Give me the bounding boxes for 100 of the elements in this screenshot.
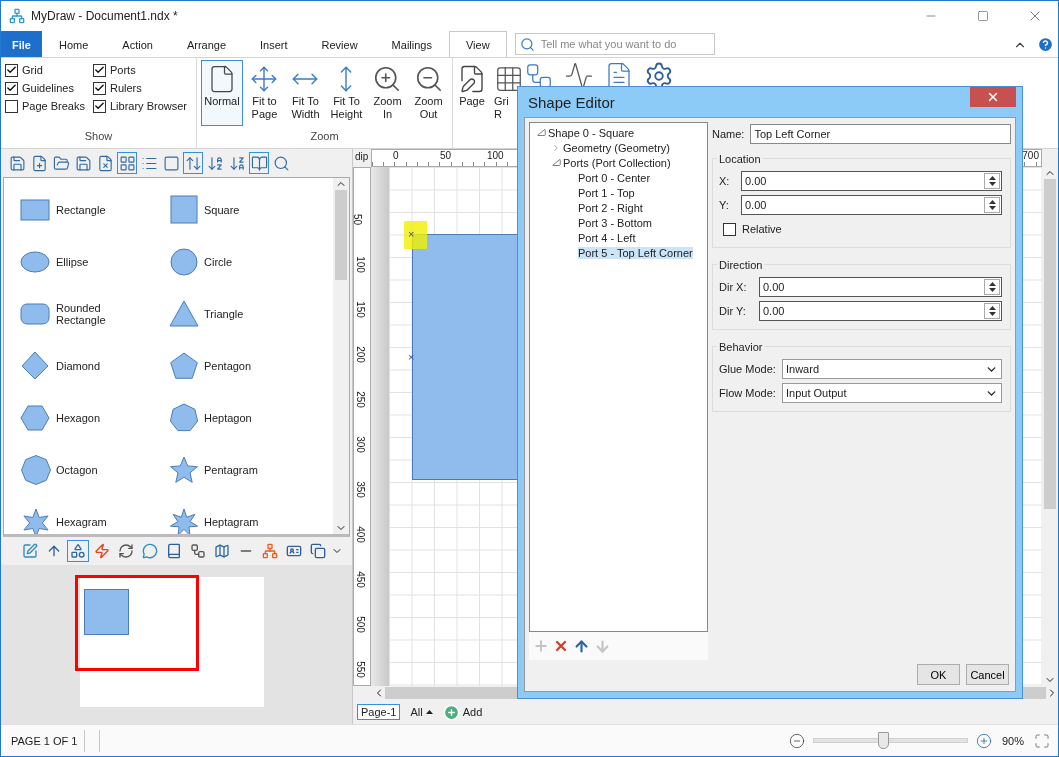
- view-button[interactable]: Page: [455, 60, 489, 126]
- checkbox[interactable]: [5, 81, 18, 95]
- ribbon-tab[interactable]: Home: [41, 31, 106, 57]
- tree-item[interactable]: Port 5 - Top Left Corner: [578, 246, 693, 259]
- zoom-button[interactable]: Fit To Width: [285, 60, 325, 126]
- caret-icon[interactable]: [425, 710, 433, 714]
- zoom-out-icon[interactable]: [788, 732, 805, 749]
- page-tab[interactable]: Page-1: [357, 704, 401, 720]
- maximize-icon[interactable]: [977, 10, 989, 22]
- close-button[interactable]: [970, 87, 1016, 107]
- number-field[interactable]: 0.00: [741, 195, 1002, 215]
- checkbox[interactable]: [5, 99, 18, 113]
- spin-down-icon[interactable]: [988, 312, 996, 316]
- scrollbar-thumb[interactable]: [335, 190, 347, 280]
- file-tab[interactable]: File: [1, 31, 42, 57]
- window-title: MyDraw - Document1.ndx *: [31, 9, 179, 23]
- dropdown[interactable]: Input Output: [782, 383, 1002, 403]
- heptagon-shape-icon[interactable]: [168, 402, 200, 434]
- collapse-arrow-icon[interactable]: [549, 158, 563, 167]
- name-field[interactable]: Top Left Corner: [750, 124, 1011, 144]
- spin-up-icon[interactable]: [988, 306, 996, 310]
- shapes-icon[interactable]: [67, 540, 89, 562]
- spin-up-icon[interactable]: [988, 200, 996, 204]
- zoom-button[interactable]: Zoom Out: [409, 60, 448, 126]
- ribbon-tab[interactable]: Mailings: [374, 31, 449, 57]
- cancel-button[interactable]: Cancel: [966, 664, 1009, 685]
- zoom-button[interactable]: Fit to Page: [244, 60, 284, 126]
- sort-icon[interactable]: [183, 152, 203, 174]
- field-label: Y:: [719, 199, 730, 211]
- checkbox[interactable]: [93, 81, 106, 95]
- number-field[interactable]: 0.00: [759, 277, 1002, 297]
- heptagram-shape-icon[interactable]: [168, 506, 200, 534]
- circle-shape-icon[interactable]: [168, 246, 200, 278]
- shape-label: Rectangle: [56, 204, 107, 216]
- spin-down-icon[interactable]: [988, 288, 996, 292]
- plus-icon[interactable]: [442, 703, 460, 721]
- close-icon[interactable]: [986, 90, 1000, 104]
- tree-item[interactable]: Port 4 - Left: [578, 231, 636, 244]
- ribbon-tab[interactable]: Action: [105, 31, 170, 57]
- checkbox[interactable]: [723, 222, 736, 236]
- checkbox-label: Relative: [742, 223, 782, 235]
- search-field[interactable]: Tell me what you want to do: [514, 33, 715, 55]
- checkbox-label: Rulers: [110, 82, 142, 94]
- tiles-view-icon[interactable]: [117, 152, 137, 174]
- spin-down-icon[interactable]: [988, 182, 996, 186]
- tree-item[interactable]: Port 3 - Bottom: [578, 216, 652, 229]
- scrollbar-thumb[interactable]: [1044, 179, 1056, 509]
- group-title: Show: [84, 130, 113, 142]
- square-shape-icon[interactable]: [168, 194, 200, 226]
- add-page-button[interactable]: Add: [442, 703, 483, 721]
- help-icon[interactable]: [1037, 36, 1054, 53]
- number-field[interactable]: 0.00: [759, 301, 1002, 321]
- ribbon-tab[interactable]: View: [448, 31, 507, 57]
- view-button[interactable]: Gri R: [493, 60, 517, 126]
- tree-item[interactable]: Shape 0 - Square: [548, 126, 635, 139]
- field-label: Flow Mode:: [719, 387, 776, 399]
- checkbox[interactable]: [5, 63, 18, 77]
- octagon-shape-icon[interactable]: [20, 454, 52, 486]
- shape-label: Ellipse: [56, 256, 90, 268]
- viewport-frame[interactable]: [74, 575, 199, 671]
- ribbon-tab[interactable]: Arrange: [169, 31, 243, 57]
- ribbon-tab[interactable]: Review: [304, 31, 375, 57]
- spin-up-icon[interactable]: [988, 176, 996, 180]
- checkbox[interactable]: [93, 63, 106, 77]
- checkbox[interactable]: [93, 99, 106, 113]
- pentagram-shape-icon[interactable]: [168, 454, 200, 486]
- number-field[interactable]: 0.00: [741, 171, 1002, 191]
- slider-thumb[interactable]: [877, 732, 889, 749]
- delete-icon[interactable]: [553, 638, 569, 654]
- fit-page-icon: [250, 65, 279, 93]
- zoom-button[interactable]: Normal: [201, 60, 243, 126]
- hexagon-shape-icon[interactable]: [20, 402, 52, 434]
- field-label: X:: [719, 175, 731, 187]
- tree-item[interactable]: Ports (Port Collection): [563, 156, 671, 169]
- zoom-button[interactable]: Zoom In: [368, 60, 407, 126]
- shape-label: Pentagon: [204, 360, 253, 372]
- zoom-in-icon[interactable]: [975, 732, 992, 749]
- shape-label: Heptagon: [204, 412, 253, 424]
- hexagram-shape-icon[interactable]: [20, 506, 52, 534]
- field-label: Dir X:: [719, 281, 748, 293]
- page-filter[interactable]: All: [410, 706, 433, 718]
- ribbon-tab[interactable]: Insert: [243, 31, 305, 57]
- collapse-arrow-icon[interactable]: [534, 128, 548, 137]
- dropdown[interactable]: Inward: [782, 359, 1002, 379]
- tree-item[interactable]: Port 1 - Top: [578, 186, 635, 199]
- zoom-button[interactable]: Fit To Height: [326, 60, 366, 126]
- tree-item[interactable]: Port 2 - Right: [578, 201, 643, 214]
- pentagon-shape-icon[interactable]: [168, 350, 200, 382]
- zoom-slider[interactable]: [812, 731, 968, 750]
- port-highlight: [404, 221, 427, 249]
- ok-button[interactable]: OK: [917, 664, 960, 685]
- port-marker: ×: [408, 352, 415, 362]
- shape-label: Square: [204, 204, 241, 216]
- spin-up-icon[interactable]: [988, 282, 996, 286]
- triangle-shape-icon[interactable]: [168, 298, 200, 330]
- spin-down-icon[interactable]: [988, 206, 996, 210]
- tree-item[interactable]: Port 0 - Center: [578, 171, 651, 184]
- shape-label: Octagon: [56, 464, 99, 476]
- scrollbar[interactable]: [333, 178, 349, 534]
- book-icon[interactable]: [249, 152, 269, 174]
